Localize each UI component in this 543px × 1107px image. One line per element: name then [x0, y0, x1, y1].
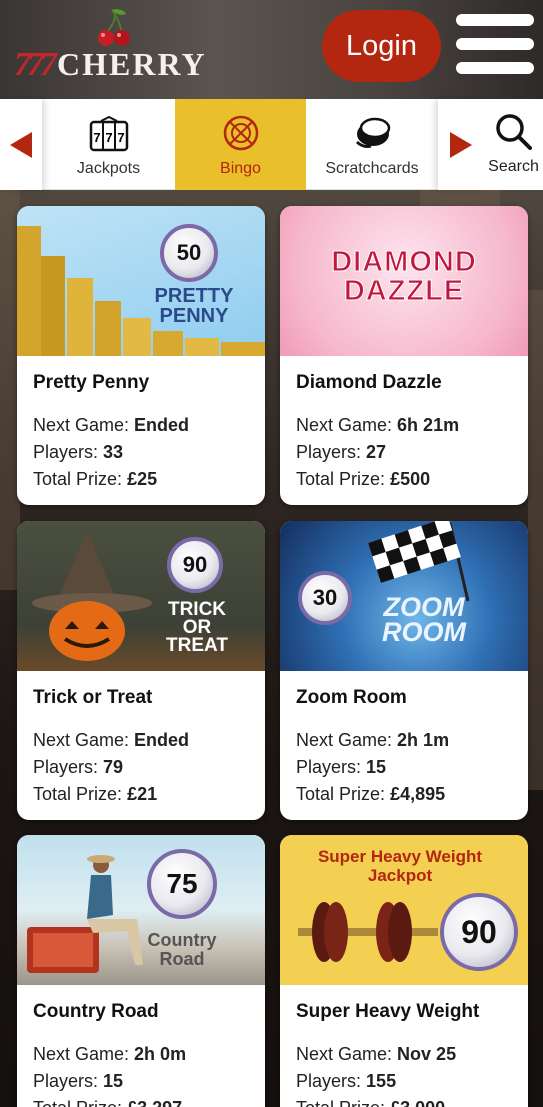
scratchcard-coin-icon	[355, 117, 391, 148]
game-card-super-heavy-weight[interactable]: Super Heavy Weight Jackpot 90 Super Heav…	[280, 835, 528, 1107]
players-line: Players: 33	[33, 442, 124, 462]
svg-text:7: 7	[105, 130, 112, 145]
game-logo-text: ZOOM ROOM	[382, 592, 466, 647]
game-card-zoom-room[interactable]: 30 ZOOM ROOM Zoom Room Next Game: 2h 1m …	[280, 521, 528, 820]
nav-prev-arrow-icon[interactable]	[0, 99, 42, 190]
players-line: Players: 155	[296, 1071, 397, 1091]
next-game-line: Next Game: Ended	[33, 730, 190, 750]
game-title: Trick or Treat	[33, 687, 153, 708]
next-game-line: Next Game: Nov 25	[296, 1044, 457, 1064]
game-card-trick-or-treat[interactable]: 90 TRICK OR TREAT Trick or Treat Next Ga…	[17, 521, 265, 820]
next-game-line: Next Game: 2h 1m	[296, 730, 450, 750]
bingo-ball: 30	[298, 571, 352, 625]
bingo-ball: 90	[440, 893, 518, 971]
game-title: Pretty Penny	[33, 372, 150, 393]
tab-label: Bingo	[220, 160, 261, 177]
cherries-icon	[98, 9, 130, 46]
total-prize-line: Total Prize: £4,895	[296, 784, 446, 804]
search-label: Search	[488, 158, 539, 175]
tab-bingo[interactable]: Bingo	[175, 99, 306, 190]
game-card-country-road[interactable]: 75 Country Road Country Road Next Game: …	[17, 835, 265, 1107]
tab-jackpots[interactable]: 7 7 7 Jackpots	[42, 99, 175, 190]
players-line: Players: 15	[33, 1071, 124, 1091]
cherry-logo[interactable]: 777 CHERRY	[14, 8, 207, 88]
search-button[interactable]: Search	[484, 99, 543, 190]
tab-scratchcards[interactable]: Scratchcards	[306, 99, 438, 190]
total-prize-line: Total Prize: £500	[296, 469, 431, 489]
bingo-ball: 75	[147, 849, 217, 919]
next-game-line: Next Game: 6h 21m	[296, 415, 460, 435]
game-image: 90 TRICK OR TREAT	[17, 521, 265, 671]
game-card-diamond-dazzle[interactable]: DIAMOND DAZZLE Diamond Dazzle Next Game:…	[280, 206, 528, 505]
total-prize-line: Total Prize: £25	[33, 469, 158, 489]
game-image: DIAMOND DAZZLE	[280, 206, 528, 356]
game-title: Diamond Dazzle	[296, 372, 442, 393]
bingo-ball: 90	[167, 537, 223, 593]
game-card-pretty-penny[interactable]: 50 PRETTY PENNY Pretty Penny Next Game: …	[17, 206, 265, 505]
tab-label: Scratchcards	[325, 160, 419, 177]
total-prize-line: Total Prize: £3,297	[33, 1095, 249, 1107]
logo-wordmark: 777 CHERRY	[14, 46, 207, 84]
logo-sevens: 777	[14, 46, 57, 83]
game-logo-text: PRETTY PENNY	[154, 285, 234, 327]
next-game-line: Next Game: 2h 0m	[33, 1044, 187, 1064]
search-icon	[495, 114, 532, 150]
login-button[interactable]: Login	[322, 10, 441, 82]
svg-text:7: 7	[117, 130, 124, 145]
category-nav: 7 7 7 Jackpots Bingo Scratchcards Search	[0, 99, 543, 190]
game-image: 30 ZOOM ROOM	[280, 521, 528, 671]
players-line: Players: 15	[296, 757, 387, 777]
hamburger-menu-icon[interactable]	[456, 14, 534, 78]
game-logo-text: Country Road	[147, 930, 217, 969]
game-title: Country Road	[33, 1001, 159, 1022]
game-logo-text: TRICK OR TREAT	[166, 599, 228, 656]
total-prize-line: Total Prize: £3,000	[296, 1095, 512, 1107]
nav-next-arrow-icon[interactable]	[438, 99, 484, 190]
coin-stacks-image	[17, 226, 265, 356]
game-title: Zoom Room	[296, 687, 407, 708]
game-image: 50 PRETTY PENNY	[17, 206, 265, 356]
players-line: Players: 79	[33, 757, 124, 777]
bingo-ball-icon	[223, 115, 258, 151]
game-title: Super Heavy Weight	[296, 1001, 480, 1022]
game-image: 75 Country Road	[17, 835, 265, 985]
site-header: 777 CHERRY Login	[0, 0, 543, 99]
game-image: Super Heavy Weight Jackpot 90	[280, 835, 528, 985]
total-prize-line: Total Prize: £21	[33, 784, 158, 804]
bingo-ball: 50	[160, 224, 218, 282]
tab-label: Jackpots	[76, 160, 141, 177]
next-game-line: Next Game: Ended	[33, 415, 190, 435]
slot-777-icon: 7 7 7	[89, 116, 128, 152]
players-line: Players: 27	[296, 442, 387, 462]
logo-name: CHERRY	[57, 46, 207, 82]
game-logo-text: DIAMOND DAZZLE	[331, 246, 477, 307]
svg-text:7: 7	[93, 130, 100, 145]
